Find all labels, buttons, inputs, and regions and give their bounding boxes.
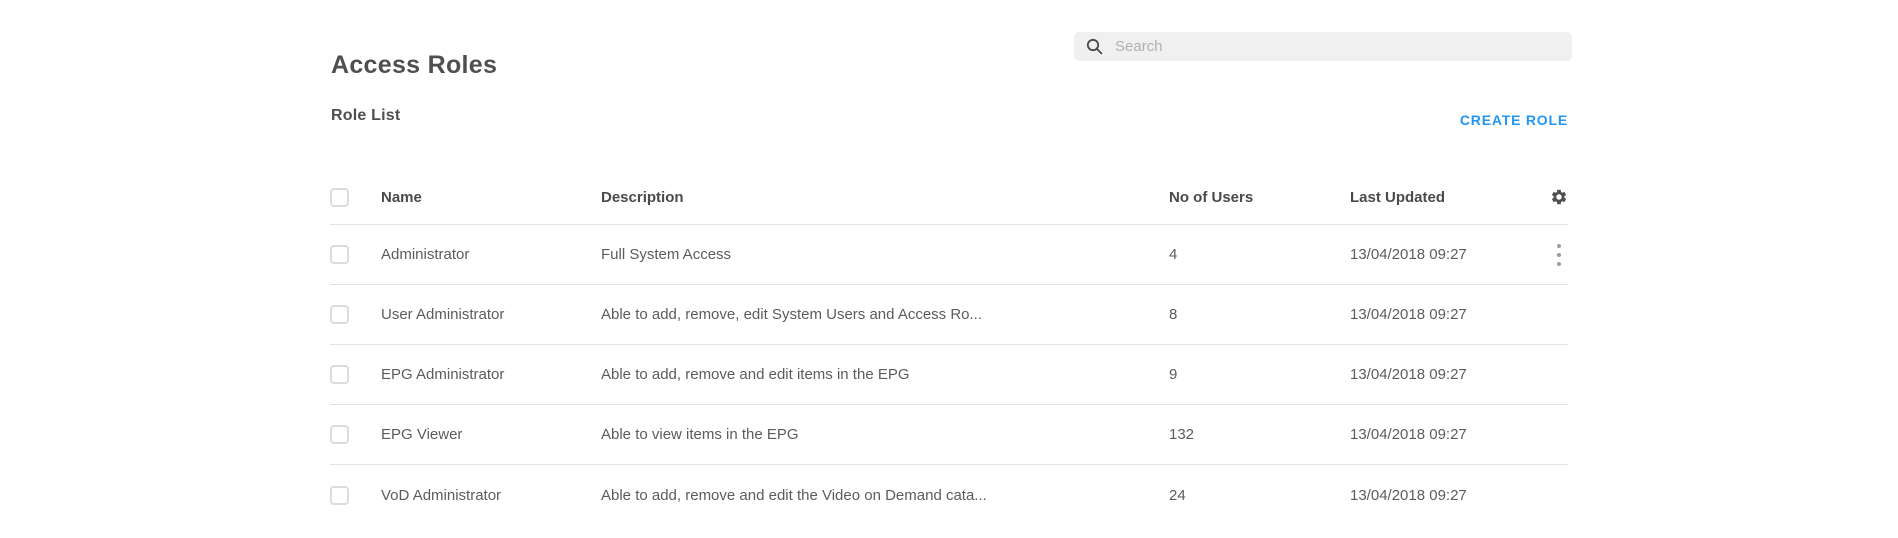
header-checkbox-cell	[330, 188, 381, 207]
role-description: Able to add, remove and edit items in th…	[601, 366, 1169, 383]
row-checkbox-cell	[330, 425, 381, 444]
access-roles-page: Access Roles Role List CREATE ROLE Name …	[330, 0, 1568, 538]
role-name: EPG Administrator	[381, 366, 601, 383]
role-description: Able to view items in the EPG	[601, 426, 1169, 443]
table-row: User Administrator Able to add, remove, …	[330, 285, 1568, 345]
row-checkbox[interactable]	[330, 486, 349, 505]
table-row: EPG Administrator Able to add, remove an…	[330, 345, 1568, 405]
role-description: Full System Access	[601, 246, 1169, 263]
role-name: EPG Viewer	[381, 426, 601, 443]
role-last-updated: 13/04/2018 09:27	[1350, 306, 1548, 323]
table-row: EPG Viewer Able to view items in the EPG…	[330, 405, 1568, 465]
row-actions-cell	[1548, 299, 1568, 330]
role-user-count: 8	[1169, 306, 1350, 323]
role-name: User Administrator	[381, 306, 601, 323]
role-name: VoD Administrator	[381, 487, 601, 504]
role-list-title: Role List	[331, 107, 400, 125]
row-actions-cell	[1548, 239, 1568, 270]
gear-icon[interactable]	[1550, 188, 1568, 206]
select-all-checkbox[interactable]	[330, 188, 349, 207]
table-row: Administrator Full System Access 4 13/04…	[330, 225, 1568, 285]
search-input[interactable]	[1113, 37, 1560, 56]
role-last-updated: 13/04/2018 09:27	[1350, 487, 1548, 504]
role-last-updated: 13/04/2018 09:27	[1350, 426, 1548, 443]
column-header-users: No of Users	[1169, 189, 1350, 206]
page-title: Access Roles	[331, 50, 497, 80]
row-checkbox-cell	[330, 365, 381, 384]
role-description: Able to add, remove, edit System Users a…	[601, 306, 1169, 323]
role-user-count: 24	[1169, 487, 1350, 504]
row-checkbox-cell	[330, 486, 381, 505]
row-checkbox[interactable]	[330, 365, 349, 384]
row-actions-cell	[1548, 480, 1568, 511]
row-checkbox[interactable]	[330, 305, 349, 324]
kebab-menu-icon[interactable]	[1550, 239, 1568, 270]
create-role-button[interactable]: CREATE ROLE	[1460, 112, 1568, 128]
table-header-row: Name Description No of Users Last Update…	[330, 170, 1568, 225]
role-description: Able to add, remove and edit the Video o…	[601, 487, 1169, 504]
header-actions-cell	[1548, 188, 1568, 206]
role-last-updated: 13/04/2018 09:27	[1350, 366, 1548, 383]
column-header-name: Name	[381, 189, 601, 206]
row-actions-cell	[1548, 419, 1568, 450]
row-actions-cell	[1548, 359, 1568, 390]
column-header-updated: Last Updated	[1350, 189, 1548, 206]
role-name: Administrator	[381, 246, 601, 263]
search-icon	[1086, 38, 1103, 55]
row-checkbox[interactable]	[330, 245, 349, 264]
role-user-count: 9	[1169, 366, 1350, 383]
role-table-body: Administrator Full System Access 4 13/04…	[330, 225, 1568, 525]
search-box	[1074, 32, 1572, 61]
role-user-count: 4	[1169, 246, 1350, 263]
role-user-count: 132	[1169, 426, 1350, 443]
row-checkbox[interactable]	[330, 425, 349, 444]
role-last-updated: 13/04/2018 09:27	[1350, 246, 1548, 263]
row-checkbox-cell	[330, 245, 381, 264]
role-table: Name Description No of Users Last Update…	[330, 170, 1568, 525]
table-row: VoD Administrator Able to add, remove an…	[330, 465, 1568, 525]
row-checkbox-cell	[330, 305, 381, 324]
column-header-description: Description	[601, 189, 1169, 206]
